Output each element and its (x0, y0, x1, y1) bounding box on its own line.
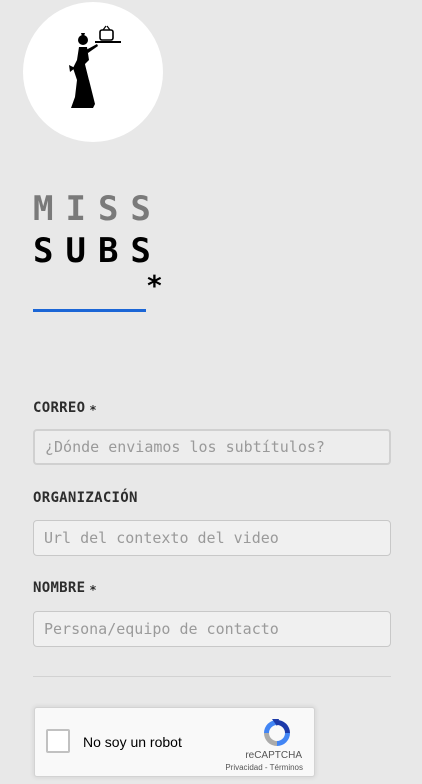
email-label: CORREO * (33, 400, 97, 417)
recaptcha-label: No soy un robot (83, 734, 182, 750)
organization-label-text: ORGANIZACIÓN (33, 490, 138, 506)
recaptcha-brand: reCAPTCHA (245, 750, 302, 761)
recaptcha-privacy-link[interactable]: Privacidad (225, 763, 262, 772)
recaptcha-link-separator: - (262, 763, 270, 772)
logo (23, 2, 163, 142)
organization-field[interactable] (33, 520, 391, 556)
brand-star: * (146, 269, 163, 302)
organization-label: ORGANIZACIÓN (33, 490, 138, 506)
recaptcha-widget: No soy un robot reCAPTCHA Privacidad - T… (34, 707, 315, 777)
recaptcha-checkbox[interactable] (46, 729, 70, 753)
brand-underline (33, 309, 146, 312)
name-label-text: NOMBRE (33, 580, 86, 596)
email-field[interactable] (33, 429, 391, 465)
recaptcha-icon (264, 719, 290, 746)
required-mark: * (89, 583, 97, 597)
name-field[interactable] (33, 611, 391, 647)
waitress-with-tray-icon (69, 25, 121, 108)
divider (33, 676, 391, 677)
recaptcha-links: Privacidad - Términos (225, 763, 303, 772)
recaptcha-terms-link[interactable]: Términos (270, 763, 303, 772)
brand-wordmark: MISS SUBS * (33, 188, 163, 300)
required-mark: * (89, 403, 97, 417)
email-label-text: CORREO (33, 400, 86, 416)
name-label: NOMBRE * (33, 580, 97, 597)
brand-line-subs: SUBS (33, 231, 163, 271)
brand-line-miss: MISS (33, 189, 163, 229)
